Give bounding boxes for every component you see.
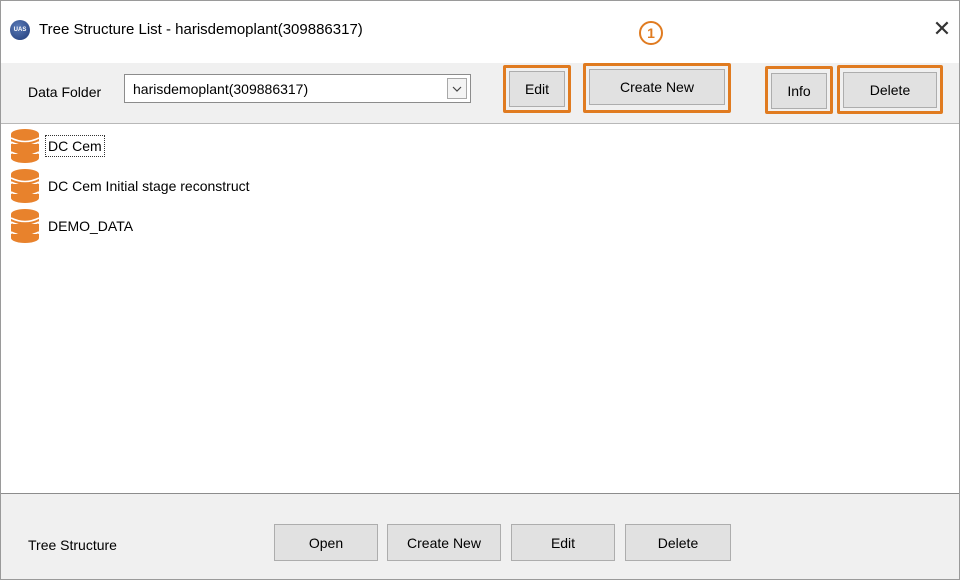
tree-structure-list[interactable]: DC Cem DC Cem Initial stage reconstruct xyxy=(1,124,959,494)
tree-structure-label: Tree Structure xyxy=(28,537,117,553)
create-new-button[interactable]: Create New xyxy=(589,69,725,105)
list-item-label: DC Cem xyxy=(45,135,105,157)
list-item-label: DEMO_DATA xyxy=(48,218,134,234)
data-folder-label: Data Folder xyxy=(28,84,102,100)
database-icon xyxy=(10,129,40,163)
edit-tree-button[interactable]: Edit xyxy=(511,524,615,561)
bottom-toolbar: Tree Structure Open Create New Edit Dele… xyxy=(1,494,959,579)
window-title: Tree Structure List - harisdemoplant(309… xyxy=(39,21,363,38)
data-folder-selected-value: harisdemoplant(309886317) xyxy=(133,81,309,97)
step-number-badge: 1 xyxy=(639,21,663,45)
database-icon xyxy=(10,169,40,203)
delete-tree-button[interactable]: Delete xyxy=(625,524,731,561)
delete-button[interactable]: Delete xyxy=(843,72,937,108)
close-icon[interactable]: ✕ xyxy=(929,14,955,44)
title-bar: UAS Tree Structure List - harisdemoplant… xyxy=(1,1,959,63)
open-button[interactable]: Open xyxy=(274,524,378,561)
edit-button[interactable]: Edit xyxy=(509,71,565,107)
list-item[interactable]: DEMO_DATA xyxy=(9,206,135,246)
app-logo-icon: UAS xyxy=(10,20,30,40)
list-item[interactable]: DC Cem Initial stage reconstruct xyxy=(9,166,252,206)
list-item-label: DC Cem Initial stage reconstruct xyxy=(48,178,250,194)
data-folder-dropdown[interactable]: harisdemoplant(309886317) xyxy=(124,74,471,103)
list-item[interactable]: DC Cem xyxy=(9,126,105,166)
chevron-down-icon[interactable] xyxy=(447,78,467,99)
top-toolbar: Data Folder harisdemoplant(309886317) Ed… xyxy=(1,63,959,124)
create-new-tree-button[interactable]: Create New xyxy=(387,524,501,561)
info-button[interactable]: Info xyxy=(771,73,827,109)
tree-structure-list-window: UAS Tree Structure List - harisdemoplant… xyxy=(0,0,960,580)
database-icon xyxy=(10,209,40,243)
